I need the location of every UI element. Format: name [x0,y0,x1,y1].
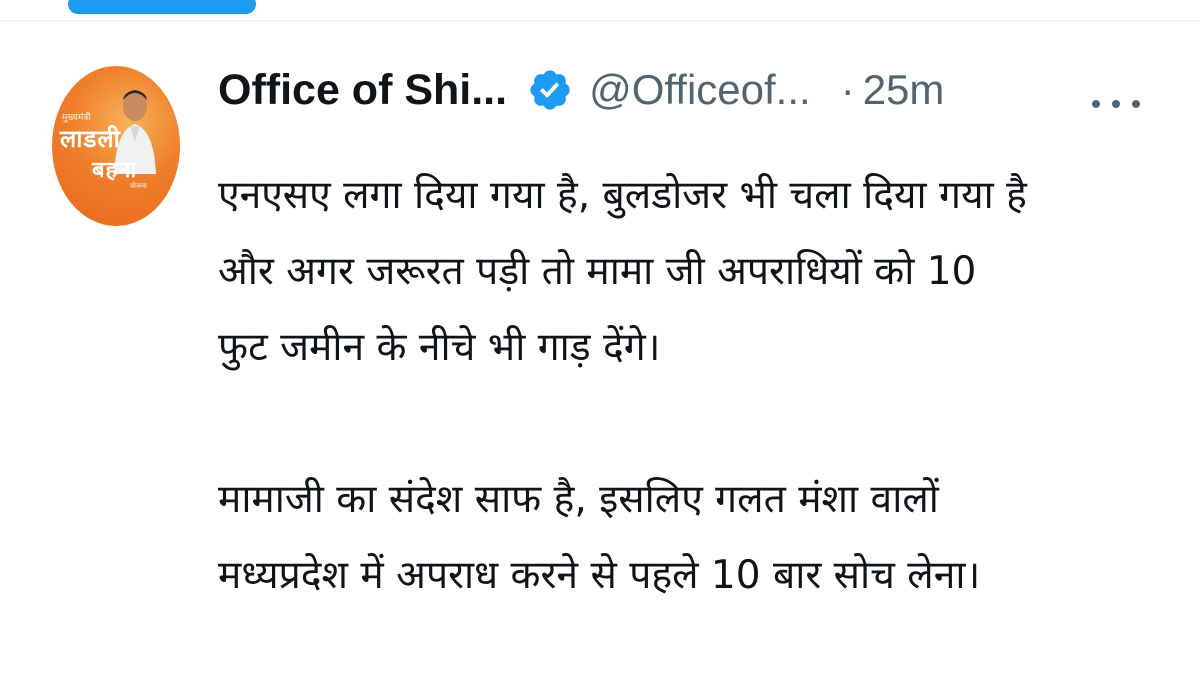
avatar[interactable]: मुख्यमंत्री लाडली बहना योजना [52,66,180,226]
tweet-text-line: मामाजी का संदेश साफ है, इसलिए गलत मंशा व… [218,477,939,522]
more-horizontal-icon[interactable] [1092,92,1140,116]
avatar-logo-text: बहना [92,157,138,183]
tweet-text: एनएसए लगा दिया गया है, बुलडोजर भी चला दि… [218,158,1168,614]
separator-dot: · [840,66,855,113]
timestamp[interactable]: 25m [863,66,945,114]
handle[interactable]: @Officeof... [589,66,811,114]
avatar-logo-text: योजना [130,182,147,190]
top-tab-indicator[interactable] [68,0,256,14]
tweet-text-line: और अगर जरूरत पड़ी तो मामा जी अपराधियों क… [218,249,977,294]
avatar-logo-text: लाडली [60,124,121,153]
tweet-paragraph: मामाजी का संदेश साफ है, इसलिए गलत मंशा व… [218,462,1168,614]
tweet-text-line: मध्यप्रदेश में अपराध करने से पहले 10 बार… [218,553,981,598]
tweet-text-line: फुट जमीन के नीचे भी गाड़ देंगे। [218,325,661,370]
top-bar [0,0,1200,22]
display-name[interactable]: Office of Shi... [218,66,507,115]
tweet-header: Office of Shi... @Officeof... · 25m [218,60,944,120]
tweet-text-line: एनएसए लगा दिया गया है, बुलडोजर भी चला दि… [218,173,1027,218]
verified-badge-icon[interactable] [527,67,573,113]
tweet-paragraph: एनएसए लगा दिया गया है, बुलडोजर भी चला दि… [218,158,1168,386]
